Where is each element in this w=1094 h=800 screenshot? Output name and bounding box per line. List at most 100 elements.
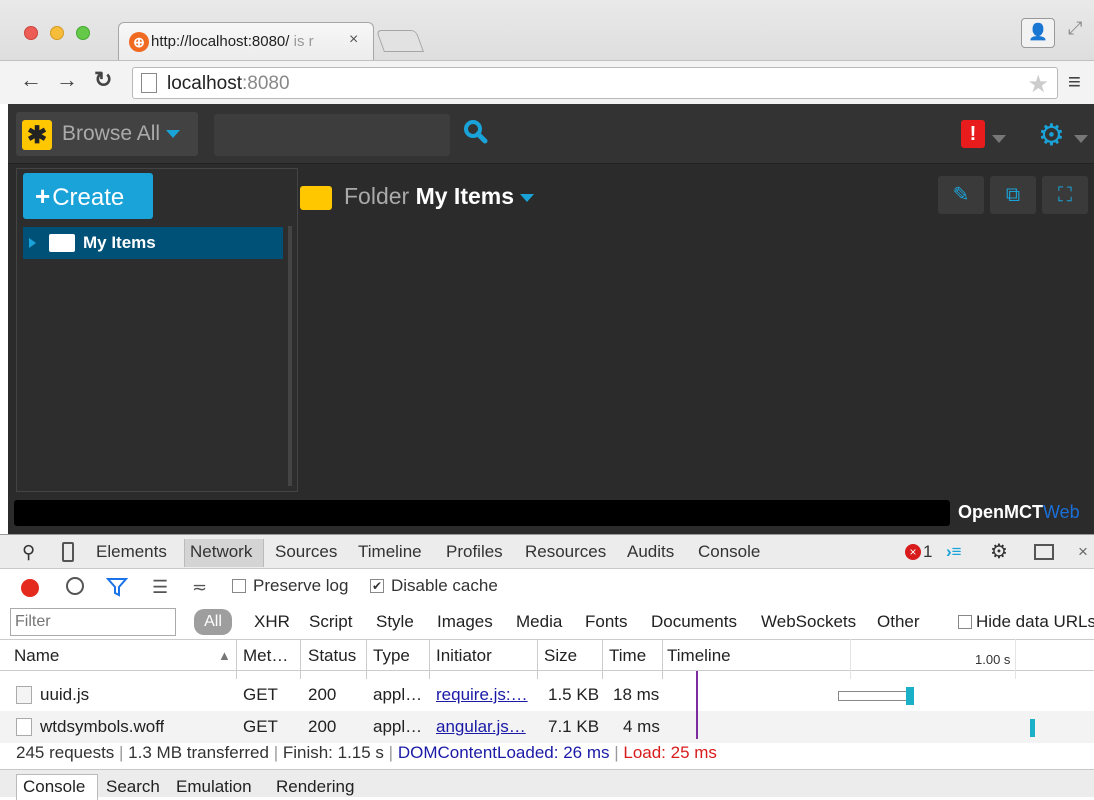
col-name[interactable]: Name [14,646,59,666]
record-icon[interactable] [21,579,39,597]
drawer-tab-rendering[interactable]: Rendering [276,777,354,797]
row-name: wtdsymbols.woff [40,717,165,736]
tab-network[interactable]: Network [190,542,252,562]
profile-icon[interactable]: 👤 [1021,18,1055,48]
tab-profiles[interactable]: Profiles [446,542,503,562]
hide-data-urls-checkbox[interactable] [958,615,972,629]
dock-side-icon[interactable] [1034,544,1054,560]
fullscreen-icon[interactable]: ⤢ [1068,18,1082,39]
error-count[interactable]: 1 [923,542,932,562]
tab-title: http://localhost:8080/ [151,33,290,50]
zoom-window-button[interactable] [76,26,90,40]
filter-script[interactable]: Script [309,612,352,632]
filter-funnel-icon[interactable] [106,577,128,597]
col-size[interactable]: Size [544,646,577,666]
object-menu-chevron-icon[interactable] [520,193,535,202]
timeline-receive-bar [906,687,914,705]
col-type[interactable]: Type [373,646,410,666]
table-row[interactable]: uuid.js GET 200 appl… require.js:… 1.5 K… [0,679,1094,711]
filter-documents[interactable]: Documents [651,612,737,632]
inspect-search-icon[interactable]: ⚲ [22,542,35,563]
error-icon[interactable]: × [905,544,921,560]
settings-caret-icon[interactable] [1074,130,1088,148]
tab-sources[interactable]: Sources [275,542,337,562]
col-time[interactable]: Time [609,646,646,666]
address-bar[interactable]: localhost:8080 ★ [132,67,1058,99]
col-initiator[interactable]: Initiator [436,646,492,666]
col-timeline[interactable]: Timeline [667,646,731,666]
filter-input[interactable] [10,608,176,636]
tree-item-label: My Items [83,233,156,252]
alert-icon[interactable]: ! [961,120,985,148]
network-toolbar: ☰ ≂ Preserve log ✔ Disable cache [0,569,1094,605]
create-button[interactable]: +Create [23,173,153,219]
list-view-icon[interactable]: ☰ [152,577,168,598]
network-summary: 245 requests | 1.3 MB transferred | Fini… [16,743,717,762]
object-name[interactable]: My Items [416,183,514,209]
brand-logo: OpenMCTWeb [958,502,1080,523]
tree-item-my-items[interactable]: My Items [23,227,283,259]
col-method[interactable]: Met… [243,646,288,666]
alert-menu-caret-icon[interactable] [992,130,1006,148]
summary-load: Load: 25 ms [623,743,717,762]
tab-elements[interactable]: Elements [96,542,167,562]
folder-open-icon [300,185,332,210]
bookmark-star-icon[interactable]: ★ [1027,70,1049,99]
filter-style[interactable]: Style [376,612,414,632]
browser-chrome: ⊕ http://localhost:8080/ is r × 👤 ⤢ ← → … [0,0,1094,104]
domcontentloaded-line [696,671,698,739]
table-row[interactable]: wtdsymbols.woff GET 200 appl… angular.js… [0,711,1094,743]
disable-cache-checkbox[interactable]: ✔ [370,579,384,593]
timeline-receive-bar [1030,719,1035,737]
filter-all-button[interactable]: All [194,609,232,635]
pane-splitter[interactable] [288,226,292,486]
fullscreen-expand-icon[interactable]: ⛶ [1042,176,1088,214]
device-mode-icon[interactable] [62,542,74,562]
filter-images[interactable]: Images [437,612,493,632]
tree-pane: +Create My Items [16,168,298,492]
overview-icon[interactable]: ≂ [192,577,207,598]
font-file-icon [16,718,32,736]
filter-fonts[interactable]: Fonts [585,612,628,632]
drawer-tab-search[interactable]: Search [106,777,160,797]
devtools-settings-icon[interactable]: ⚙ [990,539,1008,564]
open-new-window-icon[interactable]: ⧉ [990,176,1036,214]
forward-icon[interactable]: → [56,67,78,93]
settings-gear-icon[interactable]: ⚙ [1038,118,1065,153]
row-status: 200 [308,717,337,736]
close-window-button[interactable] [24,26,38,40]
search-input[interactable] [214,114,450,156]
search-icon[interactable] [462,118,488,144]
minimize-window-button[interactable] [50,26,64,40]
expand-arrow-icon[interactable] [29,238,36,248]
tab-timeline[interactable]: Timeline [358,542,422,562]
tab-resources[interactable]: Resources [525,542,606,562]
col-status[interactable]: Status [308,646,356,666]
drawer-tab-console[interactable]: Console [23,777,85,797]
chrome-menu-icon[interactable]: ≡ [1068,69,1081,95]
preserve-log-checkbox[interactable] [232,579,246,593]
row-method: GET [243,685,278,704]
filter-other[interactable]: Other [877,612,920,632]
row-initiator-link[interactable]: angular.js… [436,717,526,737]
filter-xhr[interactable]: XHR [254,612,290,632]
edit-pencil-icon[interactable]: ✎ [938,176,984,214]
devtools-tabbar: ⚲ Elements Network Sources Timeline Prof… [0,535,1094,569]
filter-media[interactable]: Media [516,612,562,632]
row-initiator-link[interactable]: require.js:… [436,685,528,705]
browse-all-button[interactable]: ✱ Browse All [16,112,198,156]
back-icon[interactable]: ← [20,67,42,93]
reload-icon[interactable]: ↻ [94,67,112,93]
clear-icon[interactable] [66,577,84,595]
devtools-close-icon[interactable]: × [1078,542,1088,562]
row-name: uuid.js [40,685,90,704]
new-tab-button[interactable] [375,30,425,52]
tab-close-icon[interactable]: × [349,31,358,49]
browser-tab[interactable]: ⊕ http://localhost:8080/ is r × [118,22,374,60]
drawer-toggle-icon[interactable]: ›≡ [946,542,962,562]
drawer-tab-emulation[interactable]: Emulation [176,777,252,797]
filter-websockets[interactable]: WebSockets [761,612,856,632]
tab-console[interactable]: Console [698,542,760,562]
disable-cache-label: Disable cache [391,576,498,595]
tab-audits[interactable]: Audits [627,542,674,562]
